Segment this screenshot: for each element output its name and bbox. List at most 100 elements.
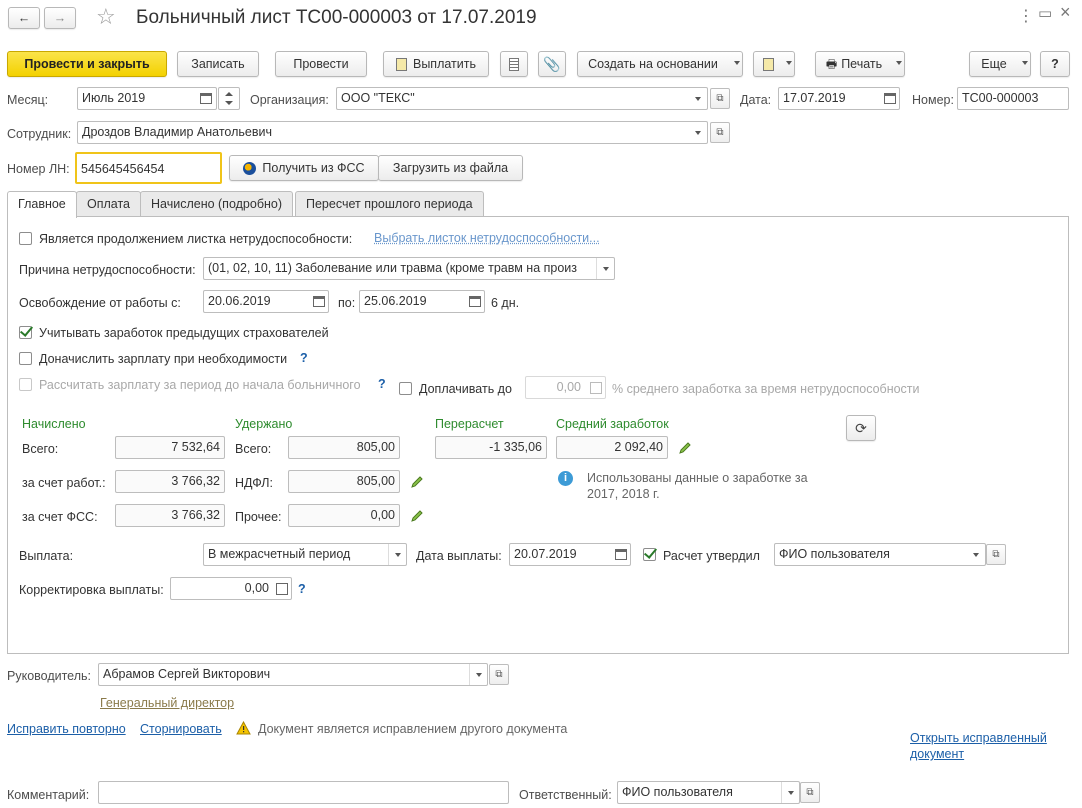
back-button[interactable]: ← <box>8 7 40 29</box>
select-sick-leave-link[interactable]: Выбрать листок нетрудоспособности... <box>374 231 600 245</box>
month-stepper[interactable] <box>218 87 240 110</box>
tab-payment[interactable]: Оплата <box>76 191 141 217</box>
number-field[interactable]: ТС00-000003 <box>957 87 1069 110</box>
correction-value: 0,00 <box>244 581 269 595</box>
payout-field[interactable]: В межрасчетный период <box>203 543 407 566</box>
pay-date-field[interactable]: 20.07.2019 <box>509 543 631 566</box>
open-employee-button[interactable]: ⧉ <box>710 122 730 143</box>
chevron-down-icon[interactable] <box>967 544 985 565</box>
tab-recalc-previous[interactable]: Пересчет прошлого периода <box>295 191 484 217</box>
pencil-icon[interactable] <box>410 475 424 489</box>
pay-date-label: Дата выплаты: <box>416 549 502 563</box>
stepper-down-icon[interactable] <box>225 101 233 105</box>
more-button[interactable]: Еще <box>969 51 1031 77</box>
top-up-value: 0,00 <box>556 380 581 394</box>
open-manager-button[interactable]: ⧉ <box>489 664 509 685</box>
calendar-icon[interactable] <box>469 296 481 307</box>
responsible-field[interactable]: ФИО пользователя <box>617 781 800 804</box>
doc-structure-icon <box>762 58 774 72</box>
help-button[interactable]: ? <box>1040 51 1070 77</box>
stepper-up-icon[interactable] <box>225 92 233 96</box>
load-from-file-button[interactable]: Загрузить из файла <box>378 155 523 181</box>
save-button[interactable]: Записать <box>177 51 259 77</box>
manager-value: Абрамов Сергей Викторович <box>103 667 271 681</box>
menu-dots-icon[interactable]: ⋮ <box>1018 6 1034 26</box>
continuation-checkbox[interactable] <box>19 232 32 245</box>
number-label: Номер: <box>912 93 954 107</box>
chevron-down-icon[interactable] <box>689 122 707 143</box>
reverse-link[interactable]: Сторнировать <box>140 722 222 736</box>
help-question-icon[interactable]: ? <box>300 351 308 365</box>
approved-checkbox[interactable] <box>643 548 656 561</box>
open-fixed-doc-link-line1[interactable]: Открыть исправленный <box>910 731 1047 745</box>
consider-prev-checkbox[interactable] <box>19 326 32 339</box>
chevron-down-icon[interactable] <box>469 664 487 685</box>
release-to-label: по: <box>338 296 356 310</box>
chevron-down-icon[interactable] <box>388 544 406 565</box>
attach-button[interactable]: 📎 <box>538 51 566 77</box>
print-button[interactable]: 🖶 Печать <box>815 51 905 77</box>
top-up-checkbox[interactable] <box>399 382 412 395</box>
chevron-down-icon[interactable] <box>596 258 614 279</box>
approved-user-field[interactable]: ФИО пользователя <box>774 543 986 566</box>
employer-label: за счет работ.: <box>22 476 106 490</box>
chevron-down-icon[interactable] <box>689 88 707 109</box>
reason-field[interactable]: (01, 02, 10, 11) Заболевание или травма … <box>203 257 615 280</box>
calendar-icon[interactable] <box>615 549 627 560</box>
pay-button[interactable]: Выплатить <box>383 51 489 77</box>
info-text-line2: 2017, 2018 г. <box>587 487 660 501</box>
open-fixed-doc-link-line2[interactable]: документ <box>910 747 964 761</box>
correction-field[interactable]: 0,00 <box>170 577 292 600</box>
calendar-icon[interactable] <box>313 296 325 307</box>
open-approved-user-button[interactable]: ⧉ <box>986 544 1006 565</box>
refresh-button[interactable]: ⟳ <box>846 415 876 441</box>
tab-main[interactable]: Главное <box>7 191 77 218</box>
tab-accrued-detailed[interactable]: Начислено (подробно) <box>140 191 294 217</box>
fix-again-link[interactable]: Исправить повторно <box>7 722 126 736</box>
structure-button[interactable] <box>753 51 795 77</box>
pencil-icon[interactable] <box>678 441 692 455</box>
calculator-icon[interactable] <box>276 583 288 595</box>
ln-number-field[interactable]: 545645456454 <box>75 152 222 184</box>
date-field[interactable]: 17.07.2019 <box>778 87 900 110</box>
get-from-fss-button[interactable]: Получить из ФСС <box>229 155 379 181</box>
org-field[interactable]: ООО "ТЕКС" <box>336 87 708 110</box>
employee-field[interactable]: Дроздов Владимир Анатольевич <box>77 121 708 144</box>
forward-button[interactable]: → <box>44 7 76 29</box>
manager-field[interactable]: Абрамов Сергей Викторович <box>98 663 488 686</box>
calculator-icon <box>590 382 602 394</box>
list-icon <box>509 58 519 72</box>
accrue-salary-checkbox[interactable] <box>19 352 32 365</box>
calendar-icon[interactable] <box>884 93 896 104</box>
ln-number-label: Номер ЛН: <box>7 162 70 176</box>
withheld-header: Удержано <box>235 417 293 431</box>
other-value: 0,00 <box>370 508 395 522</box>
payout-value: В межрасчетный период <box>208 547 351 561</box>
top-up-suffix: % среднего заработка за время нетрудоспо… <box>612 382 920 396</box>
number-value: ТС00-000003 <box>962 91 1039 105</box>
ln-number-value: 545645456454 <box>81 162 165 176</box>
post-and-close-button[interactable]: Провести и закрыть <box>7 51 167 77</box>
ndfl-label: НДФЛ: <box>235 476 273 490</box>
open-responsible-button[interactable]: ⧉ <box>800 782 820 803</box>
help-question-icon[interactable]: ? <box>298 582 306 596</box>
arrow-right-icon: → <box>53 11 67 25</box>
release-to-field[interactable]: 25.06.2019 <box>359 290 485 313</box>
employer-field: 3 766,32 <box>115 470 225 493</box>
comment-field[interactable] <box>98 781 509 804</box>
close-icon[interactable]: × <box>1060 2 1071 23</box>
favorite-star-icon[interactable]: ☆ <box>96 4 116 30</box>
list-button[interactable] <box>500 51 528 77</box>
month-field[interactable]: Июль 2019 <box>77 87 217 110</box>
help-question-icon[interactable]: ? <box>378 377 386 391</box>
calendar-icon[interactable] <box>200 93 212 104</box>
release-from-field[interactable]: 20.06.2019 <box>203 290 329 313</box>
restore-icon[interactable]: ▭ <box>1038 4 1052 22</box>
pencil-icon[interactable] <box>410 509 424 523</box>
create-based-on-button[interactable]: Создать на основании <box>577 51 743 77</box>
title-bar: ← → ☆ Больничный лист ТС00-000003 от 17.… <box>0 0 1082 40</box>
print-label: Печать <box>841 57 883 71</box>
post-button[interactable]: Провести <box>275 51 367 77</box>
chevron-down-icon[interactable] <box>781 782 799 803</box>
open-org-button[interactable]: ⧉ <box>710 88 730 109</box>
